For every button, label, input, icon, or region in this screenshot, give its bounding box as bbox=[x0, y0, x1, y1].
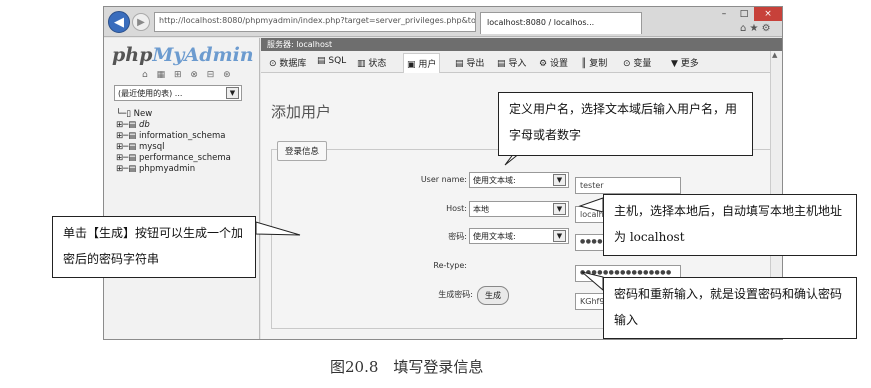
callout-password: 密码和重新输入，就是设置密码和确认密码输入 bbox=[603, 277, 857, 339]
callout-username: 定义用户名，选择文本域后输入用户名，用字母或者数字 bbox=[498, 92, 753, 156]
arrow-generate bbox=[255, 221, 301, 236]
arrow-password bbox=[581, 271, 604, 292]
callout-generate: 单击【生成】按钮可以生成一个加密后的密码字符串 bbox=[52, 216, 256, 278]
callout-host: 主机，选择本地后，自动填写本地主机地址为 localhost bbox=[603, 194, 857, 256]
arrow-host bbox=[578, 197, 604, 213]
figure-caption: 图20.8 填写登录信息 bbox=[330, 358, 484, 376]
